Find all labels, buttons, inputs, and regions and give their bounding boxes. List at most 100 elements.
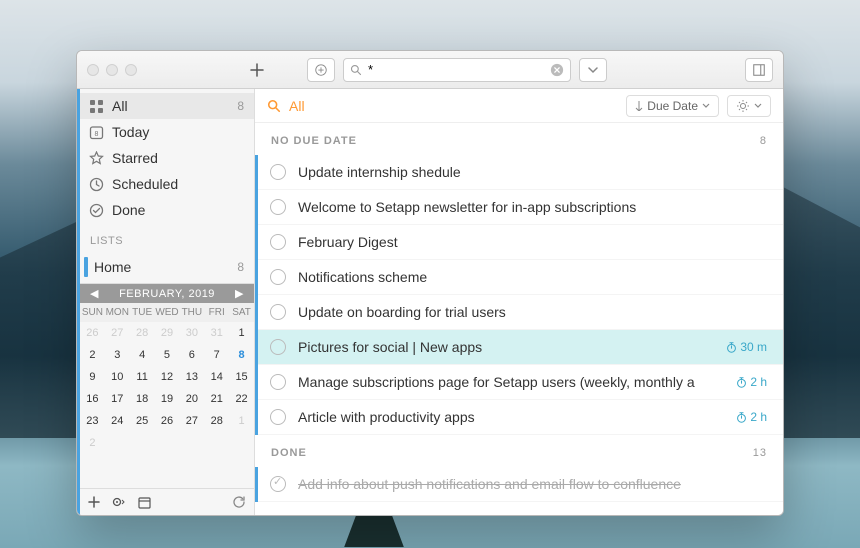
cal-day[interactable]: 19 [155,388,180,410]
zoom-icon[interactable] [125,64,137,76]
minimize-icon[interactable] [106,64,118,76]
cal-day[interactable]: 1 [229,410,254,432]
task-checkbox[interactable] [270,269,286,285]
cal-next-button[interactable]: ▶ [231,287,248,300]
task-checkbox[interactable] [270,374,286,390]
cal-day[interactable]: 2 [80,344,105,366]
task-checkbox[interactable] [270,234,286,250]
task-title: Welcome to Setapp newsletter for in-app … [298,199,767,215]
task-checkbox[interactable] [270,339,286,355]
cal-day[interactable]: 28 [130,322,155,344]
cal-day[interactable]: 17 [105,388,130,410]
cal-day[interactable]: 24 [105,410,130,432]
task-checkbox[interactable] [270,199,286,215]
task-row[interactable]: Update internship shedule [258,155,783,190]
sidebar-item-starred[interactable]: Starred [80,145,254,171]
cal-day[interactable]: 6 [179,344,204,366]
cal-day[interactable]: 4 [130,344,155,366]
clear-search-icon[interactable] [550,63,564,77]
search-input[interactable] [343,58,571,82]
cal-day[interactable]: 26 [80,322,105,344]
quick-entry-button[interactable] [307,58,335,82]
section-title: NO DUE DATE [271,135,357,147]
cal-day[interactable]: 20 [179,388,204,410]
app-window: All 88 Today Starred Scheduled Done LIST… [76,50,784,516]
sidebar-item-done[interactable]: Done [80,197,254,223]
cal-prev-button[interactable]: ◀ [86,287,103,300]
cal-day[interactable]: 18 [130,388,155,410]
lists-header: LISTS [80,227,254,251]
task-checkbox[interactable] [270,409,286,425]
task-checkbox[interactable] [270,304,286,320]
settings-button[interactable] [112,496,126,508]
cal-day[interactable]: 1 [229,322,254,344]
view-options-button[interactable] [727,95,771,117]
cal-day[interactable]: 23 [80,410,105,432]
cal-day[interactable]: 3 [105,344,130,366]
close-icon[interactable] [87,64,99,76]
cal-day[interactable]: 15 [229,366,254,388]
chevron-down-icon [754,102,762,110]
cal-day[interactable]: 16 [80,388,105,410]
task-checkbox[interactable] [270,164,286,180]
window-controls[interactable] [87,64,137,76]
cal-dow: TUE [130,303,155,322]
task-row[interactable]: Update on boarding for trial users [258,295,783,330]
calendar-day-icon: 8 [88,124,104,140]
add-button[interactable] [243,58,271,82]
cal-day[interactable]: 8 [229,344,254,366]
section-header: DONE13 [255,435,783,467]
add-list-button[interactable] [88,496,100,508]
task-row[interactable]: Article with productivity apps 2 h [258,400,783,435]
toggle-detail-button[interactable] [745,58,773,82]
grid-icon [88,98,104,114]
task-row[interactable]: Pictures for social | New apps 30 m [258,330,783,365]
calendar-toggle-button[interactable] [138,496,151,509]
task-row[interactable]: Add info about push notifications and em… [258,467,783,502]
sidebar-item-all[interactable]: All 8 [80,93,254,119]
task-checkbox[interactable] [270,476,286,492]
cal-day[interactable]: 12 [155,366,180,388]
sidebar-item-today[interactable]: 8 Today [80,119,254,145]
task-row[interactable]: Manage subscriptions page for Setapp use… [258,365,783,400]
task-title: Notifications scheme [298,269,767,285]
sidebar-item-scheduled[interactable]: Scheduled [80,171,254,197]
titlebar [77,51,783,89]
task-row[interactable]: Welcome to Setapp newsletter for in-app … [258,190,783,225]
cal-day[interactable]: 26 [155,410,180,432]
sun-icon [736,99,750,113]
search-history-button[interactable] [579,58,607,82]
cal-month-label: FEBRUARY, 2019 [119,288,215,300]
section-count: 8 [760,135,767,147]
cal-day[interactable]: 30 [179,322,204,344]
cal-day[interactable]: 28 [204,410,229,432]
cal-day[interactable]: 2 [80,432,105,454]
cal-day[interactable]: 14 [204,366,229,388]
cal-day[interactable]: 27 [179,410,204,432]
task-title: Manage subscriptions page for Setapp use… [298,374,724,390]
cal-day[interactable]: 9 [80,366,105,388]
sync-button[interactable] [232,495,246,509]
list-item[interactable]: Home 8 [80,251,254,283]
task-row[interactable]: Notifications scheme [258,260,783,295]
cal-day[interactable]: 21 [204,388,229,410]
cal-day[interactable]: 13 [179,366,204,388]
cal-day[interactable]: 5 [155,344,180,366]
task-title: Pictures for social | New apps [298,339,714,355]
cal-day[interactable]: 31 [204,322,229,344]
cal-day[interactable]: 7 [204,344,229,366]
sidebar-item-label: Today [112,124,149,140]
cal-day[interactable]: 25 [130,410,155,432]
cal-day[interactable]: 11 [130,366,155,388]
cal-day[interactable]: 29 [155,322,180,344]
check-icon [88,202,104,218]
section-title: DONE [271,447,307,459]
list-item-count: 8 [237,260,244,274]
cal-day[interactable]: 27 [105,322,130,344]
cal-day[interactable]: 10 [105,366,130,388]
cal-day[interactable]: 22 [229,388,254,410]
cal-dow: SUN [80,303,105,322]
task-row[interactable]: February Digest [258,225,783,260]
sort-button[interactable]: Due Date [626,95,719,117]
search-field[interactable] [368,62,544,77]
